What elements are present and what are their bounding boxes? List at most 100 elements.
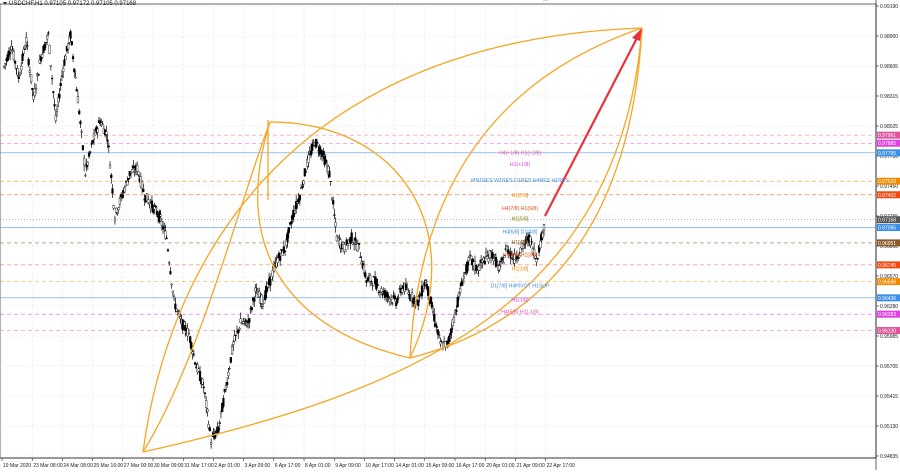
candle-body	[187, 333, 191, 335]
candle-body	[401, 288, 404, 293]
candle-body	[328, 170, 331, 178]
candle-body	[248, 318, 251, 323]
candle-body	[206, 408, 209, 413]
candle-body	[54, 115, 57, 121]
candle-body	[461, 284, 464, 286]
level-price-label: 0.97095	[878, 226, 896, 232]
candle-body	[406, 287, 409, 290]
candle-body	[20, 65, 23, 71]
dropdown-arrow-icon[interactable]	[3, 1, 7, 5]
candle-body	[449, 332, 452, 336]
candle-body	[332, 200, 335, 205]
candle-body	[230, 346, 234, 355]
chart-area[interactable]: 0.99190 0.98900 0.98605 0.98315 0.98025 0.977…	[0, 0, 900, 470]
level-annotation: H1[1/8]	[512, 267, 529, 273]
candle-body	[160, 221, 163, 226]
y-tick-label: 0.95415	[880, 394, 898, 400]
level-price-label: 0.97885	[878, 141, 896, 147]
candle-body	[322, 150, 325, 155]
candle-body	[81, 145, 85, 150]
candle-body	[493, 254, 496, 256]
candle-body	[191, 351, 194, 354]
candle-body	[207, 424, 210, 428]
candle-body	[381, 293, 384, 296]
candle-body	[502, 262, 505, 265]
candle-body	[371, 285, 374, 287]
candle-body	[50, 78, 54, 80]
candle-body	[117, 207, 120, 210]
candle-body	[250, 307, 253, 311]
candle-body	[18, 74, 22, 76]
candle-body	[396, 297, 399, 304]
candle-body	[354, 237, 357, 241]
candle-body	[386, 292, 389, 298]
candle-body	[74, 76, 77, 79]
candle-body	[452, 317, 456, 323]
candle-body	[168, 262, 171, 264]
candle-body	[171, 290, 175, 294]
candle-body	[59, 82, 62, 87]
candle-body	[16, 67, 19, 76]
candle-body	[255, 288, 258, 290]
candle-body	[208, 427, 211, 431]
candle-body	[179, 316, 182, 319]
price-chart[interactable]: 0.99190 0.98900 0.98605 0.98315 0.98025 0.977…	[0, 0, 900, 470]
candle-body	[198, 371, 202, 382]
candle-body	[217, 428, 220, 433]
candle-body	[258, 291, 261, 297]
candle-body	[174, 303, 177, 310]
candle-body	[158, 211, 161, 222]
level-annotation: D1[7/8] H4PIVOT H1SUP	[490, 284, 550, 290]
candle-body	[136, 164, 139, 173]
candle-body	[48, 44, 51, 54]
candle-body	[70, 41, 73, 46]
candle-body	[468, 254, 472, 256]
candle-body	[43, 44, 46, 51]
x-tick-label: 2 Apr 01:00	[214, 463, 240, 469]
candle-body	[202, 386, 205, 389]
candle-body	[423, 282, 426, 287]
candle-body	[417, 299, 420, 307]
candle-body	[218, 422, 221, 424]
candle-body	[467, 257, 470, 261]
candle-body	[309, 150, 313, 156]
candle-body	[224, 385, 228, 390]
candle-body	[91, 140, 94, 144]
candle-body	[456, 297, 459, 307]
candle-body	[41, 54, 44, 58]
candle-body	[491, 251, 494, 259]
candle-body	[459, 288, 462, 293]
candle-body	[193, 362, 197, 365]
candle-body	[113, 218, 117, 222]
candle-body	[330, 197, 334, 200]
x-tick-label: 15 Apr 09:00	[426, 463, 455, 469]
candle-body	[529, 236, 532, 246]
candle-body	[478, 265, 481, 271]
x-tick-label: 22 Apr 17:00	[547, 463, 576, 469]
candle-body	[364, 272, 367, 278]
candle-body	[498, 265, 501, 270]
candle-body	[312, 142, 315, 144]
candle-body	[140, 181, 144, 190]
candle-body	[121, 195, 124, 198]
candle-body	[427, 286, 430, 296]
candle-body	[75, 89, 78, 92]
y-tick-label: 0.94835	[880, 454, 898, 460]
candle-body	[210, 442, 213, 445]
candle-body	[397, 297, 400, 299]
candle-body	[438, 334, 441, 336]
candle-body	[387, 296, 390, 298]
candle-body	[73, 68, 76, 73]
x-tick-label: 20 Apr 01:00	[486, 463, 515, 469]
candle-body	[34, 88, 38, 91]
candle-body	[244, 319, 247, 323]
candle-body	[475, 264, 478, 271]
candle-body	[201, 378, 204, 385]
candle-body	[311, 143, 314, 151]
x-tick-label: 30 Mar 09:00	[154, 463, 184, 469]
candle-body	[137, 171, 140, 175]
candle-body	[87, 152, 91, 157]
candle-body	[435, 326, 438, 328]
x-tick-label: 16 Apr 17:00	[456, 463, 485, 469]
candle-body	[83, 158, 86, 166]
